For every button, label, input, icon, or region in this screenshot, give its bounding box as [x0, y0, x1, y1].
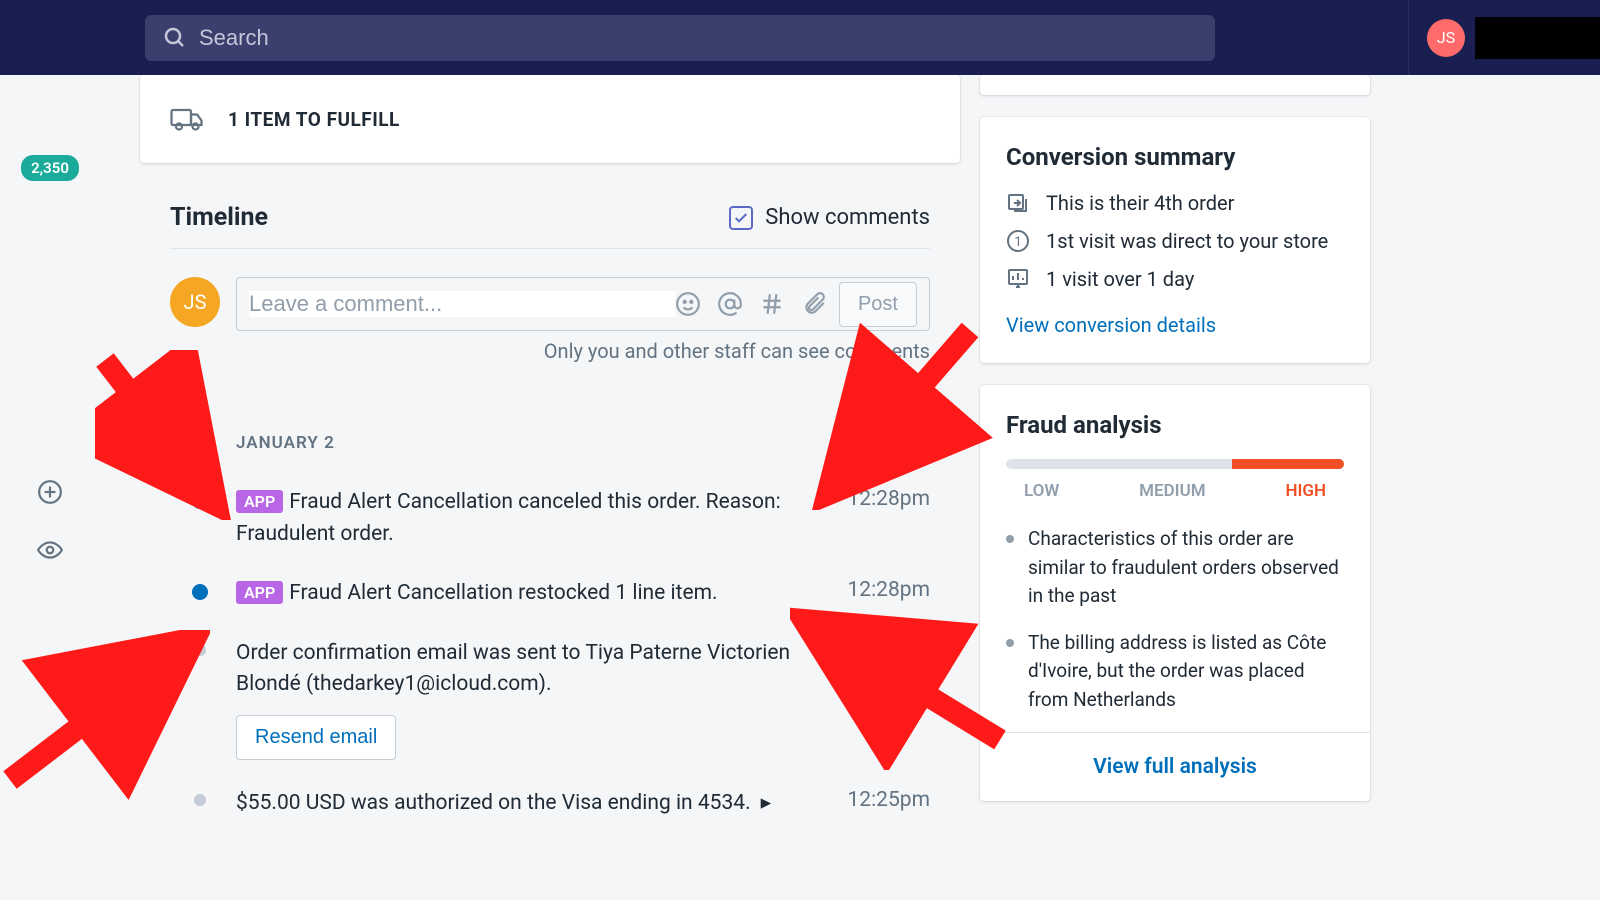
fraud-labels: LOWMEDIUMHIGH	[1006, 481, 1344, 501]
comment-hint: Only you and other staff can see comment…	[140, 339, 960, 393]
timeline-dot	[194, 794, 206, 806]
conversion-card: Conversion summary This is their 4th ord…	[980, 117, 1370, 363]
timeline-time: 12:25pm	[847, 638, 930, 760]
timeline-dot	[194, 644, 206, 656]
app-badge: APP	[236, 581, 283, 604]
svg-text:1: 1	[1014, 235, 1021, 250]
fraud-title: Fraud analysis	[1006, 411, 1344, 439]
timeline-time: 12:28pm	[847, 578, 930, 610]
fulfill-card: 1 ITEM TO FULFILL	[140, 75, 960, 163]
conversion-item: 1 1st visit was direct to your store	[1006, 229, 1344, 253]
timeline-text: Order confirmation email was sent to Tiy…	[236, 641, 790, 697]
timeline-text: Fraud Alert Cancellation canceled this o…	[236, 490, 781, 546]
timeline-item: APPFraud Alert Cancellation canceled thi…	[140, 473, 960, 564]
attach-icon[interactable]	[801, 291, 827, 317]
caret-right-icon[interactable]: ▸	[761, 791, 772, 815]
conversion-item: This is their 4th order	[1006, 191, 1344, 215]
timeline-dot	[192, 493, 208, 509]
show-comments-toggle[interactable]: Show comments	[729, 205, 930, 230]
add-icon[interactable]	[37, 479, 63, 509]
side-card-stub	[980, 75, 1370, 95]
checkbox-icon	[729, 206, 753, 230]
emoji-icon[interactable]	[675, 291, 701, 317]
hash-icon[interactable]	[759, 291, 785, 317]
conversion-link[interactable]: View conversion details	[1006, 313, 1216, 337]
order-count-badge[interactable]: 2,350	[21, 155, 79, 181]
comment-box[interactable]: Post	[236, 277, 930, 331]
comment-input[interactable]	[249, 291, 675, 317]
fraud-item: Characteristics of this order are simila…	[1006, 525, 1344, 611]
topbar: JS	[0, 0, 1600, 75]
comment-avatar: JS	[170, 277, 220, 327]
side-column: Conversion summary This is their 4th ord…	[980, 75, 1400, 900]
eye-icon[interactable]	[37, 537, 63, 567]
repeat-icon	[1006, 191, 1030, 215]
mention-icon[interactable]	[717, 291, 743, 317]
search-icon	[163, 26, 187, 50]
post-button[interactable]: Post	[839, 282, 917, 327]
fraud-bar	[1006, 459, 1344, 469]
topbar-right: JS	[1408, 0, 1600, 75]
app-badge: APP	[236, 490, 283, 513]
fulfill-text: 1 ITEM TO FULFILL	[228, 108, 400, 131]
search-wrap[interactable]	[145, 15, 1215, 61]
timeline-text: Fraud Alert Cancellation restocked 1 lin…	[289, 581, 717, 605]
timeline-text: $55.00 USD was authorized on the Visa en…	[236, 791, 751, 815]
view-full-analysis[interactable]: View full analysis	[980, 732, 1370, 779]
timeline-title: Timeline	[170, 203, 268, 232]
search-input[interactable]	[199, 25, 1197, 51]
timeline-section: Timeline Show comments JS	[140, 185, 960, 833]
conversion-item: 1 visit over 1 day	[1006, 267, 1344, 291]
redacted-name	[1475, 17, 1600, 59]
timeline-date: JANUARY 2	[140, 393, 960, 473]
timeline-item: APP Fraud Alert Cancellation restocked 1 …	[140, 564, 960, 624]
avatar-top[interactable]: JS	[1427, 19, 1465, 57]
timeline-item: $55.00 USD was authorized on the Visa en…	[140, 774, 960, 834]
main-column: 1 ITEM TO FULFILL Timeline Show comments…	[100, 75, 980, 900]
first-visit-icon: 1	[1006, 229, 1030, 253]
chart-icon	[1006, 267, 1030, 291]
timeline-time: 12:28pm	[847, 487, 930, 550]
timeline-item: Order confirmation email was sent to Tiy…	[140, 624, 960, 774]
timeline-time: 12:25pm	[847, 788, 930, 820]
resend-email-button[interactable]: Resend email	[236, 715, 396, 760]
fraud-card: Fraud analysis LOWMEDIUMHIGH Characteris…	[980, 385, 1370, 801]
conversion-title: Conversion summary	[1006, 143, 1344, 171]
show-comments-label: Show comments	[765, 205, 930, 230]
fraud-item: The billing address is listed as Côte d'…	[1006, 629, 1344, 715]
truck-icon	[170, 101, 206, 137]
timeline-dot	[192, 584, 208, 600]
left-rail: 2,350	[0, 75, 100, 900]
